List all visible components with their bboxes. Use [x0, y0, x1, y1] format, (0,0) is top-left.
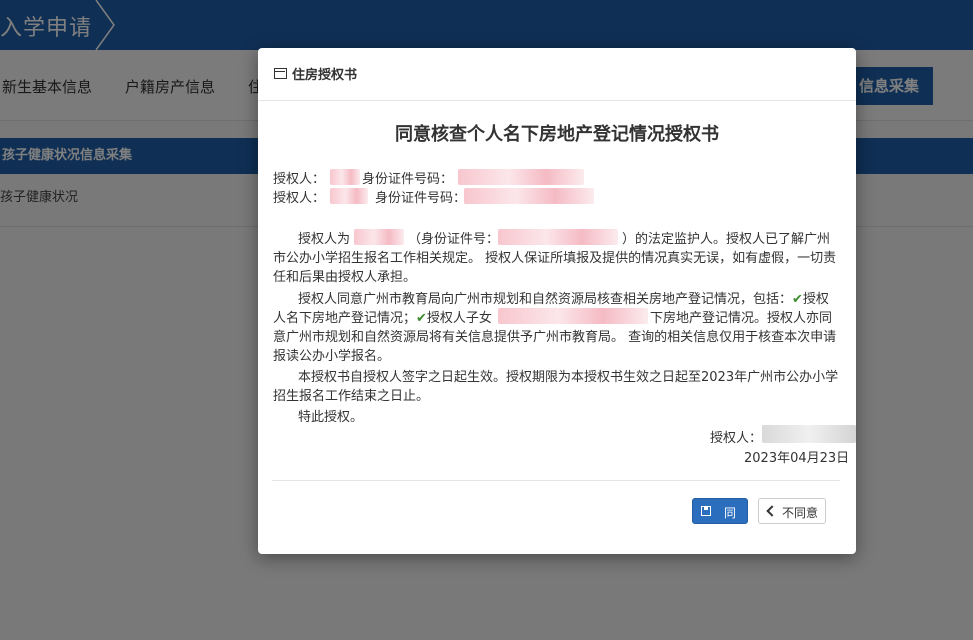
para2-text: 人名下房地产登记情况；✔授权人子女 [273, 307, 492, 326]
redacted-name [330, 188, 368, 204]
para3-text: 招生报名工作结束之日止。 [273, 389, 430, 404]
para2-text: 人名下房地产登记情况； [273, 311, 417, 326]
para4-text: 特此授权。 [298, 410, 364, 425]
para2-text: 授权 [802, 292, 829, 307]
window-icon [274, 68, 287, 79]
redacted-name [330, 169, 360, 185]
agree-button-label: 同意 [723, 506, 736, 546]
redacted-signature [762, 425, 856, 443]
redacted-id [458, 169, 584, 185]
para2-text: 报读公办小学报名。 [273, 349, 391, 364]
save-icon [701, 506, 711, 516]
redacted-name [354, 229, 404, 245]
para2-text: 意广州市规划和自然资源局将有关信息提供予广州市教育局。 查询的相关信息仅用于核查… [273, 330, 837, 345]
para1-text: ）的法定监护人。授权人已了解广州 [622, 232, 831, 247]
para2-text: 授权人同意广州市教育局向广州市规划和自然资源局核查相关房地产登记情况，包括： [298, 292, 793, 307]
authorizer-2-id-label: 身份证件号码： [375, 191, 467, 206]
para1-text: 市公办小学招生报名工作相关规定。 授权人保证所填报及提供的情况真实无误，如有虚假… [273, 251, 837, 266]
agree-button[interactable]: 同意 [692, 498, 748, 546]
authorizer-1-label: 授权人： [273, 172, 326, 187]
chevron-left-icon [766, 505, 778, 517]
authorizer-2-label: 授权人： [273, 191, 326, 206]
para3-text: 本授权书自授权人签字之日起生效。授权期限为本授权书生效之日起至2023年广州市公… [298, 370, 839, 385]
modal-header: 住房授权书 [258, 48, 856, 101]
authorization-modal: 住房授权书 同意核查个人名下房地产登记情况授权书 授权人： 身份证件号码： 授权… [258, 48, 856, 554]
authorizer-1-id-label: 身份证件号码： [362, 172, 454, 187]
para1-text: （身份证件号： [408, 232, 500, 247]
check-icon: ✔ [416, 311, 427, 326]
para2-text: 授权人同意广州市教育局向广州市规划和自然资源局核查相关房地产登记情况，包括：✔授… [298, 288, 829, 307]
signature-label: 授权人： [710, 431, 763, 446]
para1-text: 任和后果由授权人承担。 [273, 270, 417, 285]
modal-title: 住房授权书 [292, 68, 358, 83]
signature-date: 2023年04月23日 [744, 451, 850, 466]
para2-text: 下房地产登记情况。授权人亦同 [650, 311, 833, 326]
disagree-button[interactable]: 不同意 [758, 498, 826, 524]
redacted-id [498, 229, 618, 245]
disagree-button-label: 不同意 [781, 506, 818, 520]
redacted-id [464, 188, 594, 204]
para2-text: 授权人子女 [426, 311, 492, 326]
document-title: 同意核查个人名下房地产登记情况授权书 [395, 124, 719, 145]
redacted-name [498, 308, 648, 324]
para1-text: 授权人为 [298, 232, 351, 247]
modal-divider [272, 480, 840, 481]
check-icon: ✔ [792, 292, 803, 307]
